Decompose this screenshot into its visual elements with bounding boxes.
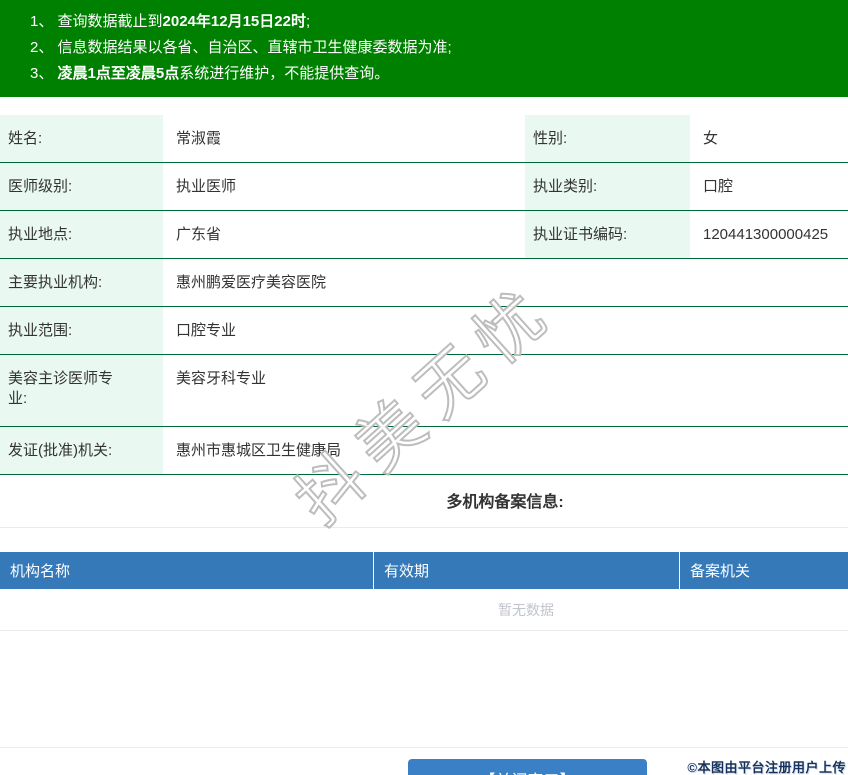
info-value: 执业医师 — [176, 178, 237, 195]
info-label: 执业范围: — [0, 307, 163, 354]
notice-banner: 1、 查询数据截止到2024年12月15日22时; 2、 信息数据结果以各省、自治… — [0, 0, 848, 97]
info-value: 惠州市惠城区卫生健康局 — [176, 442, 342, 459]
info-value: 美容牙科专业 — [176, 370, 267, 387]
info-label: 执业地点: — [0, 211, 163, 258]
info-label: 医师级别: — [0, 163, 163, 210]
info-row: 姓名: 常淑霞 性别: 女 — [0, 115, 848, 163]
notice-text: 2、 — [30, 39, 58, 56]
info-value: 口腔 — [703, 178, 734, 195]
info-label: 性别: — [525, 115, 690, 162]
header-col-filing-authority: 备案机关 — [679, 552, 848, 589]
notice-text: 信息数据结果以各省、自治区、直辖市卫生健康委数据为准; — [57, 39, 452, 56]
close-window-button[interactable]: 【关闭窗口】 — [408, 759, 647, 775]
notice-line: 3、 凌晨1点至凌晨5点系统进行维护，不能提供查询。 — [30, 61, 848, 87]
notice-list: 1、 查询数据截止到2024年12月15日22时; 2、 信息数据结果以各省、自治… — [30, 9, 848, 87]
filing-empty-state: 暂无数据 — [0, 589, 848, 631]
upload-credit-text: ©本图由平台注册用户上传 — [687, 760, 846, 775]
notice-text: 查询数据截止到 — [57, 13, 163, 30]
info-value: 惠州鹏爱医疗美容医院 — [176, 274, 327, 291]
notice-text: 1、 — [30, 13, 58, 30]
info-row: 发证(批准)机关: 惠州市惠城区卫生健康局 — [0, 427, 848, 475]
notice-bold-text: 2024年12月15日22时 — [162, 13, 306, 30]
notice-bold-text: 凌晨1点至凌晨5点 — [57, 65, 180, 82]
info-row: 美容主诊医师专业: 美容牙科专业 — [0, 355, 848, 427]
notice-text: 系统进行维护，不能提供查询。 — [179, 65, 390, 82]
info-value: 常淑霞 — [176, 130, 222, 147]
info-value: 120441300000425 — [703, 226, 829, 243]
notice-line: 1、 查询数据截止到2024年12月15日22时; — [30, 9, 848, 35]
info-label: 执业证书编码: — [525, 211, 690, 258]
notice-text: ; — [305, 13, 311, 30]
practitioner-info-table: 姓名: 常淑霞 性别: 女医师级别: 执业医师 执业类别: 口腔执业地点: 广东省 执业证书编码… — [0, 115, 848, 475]
filing-table-header: 机构名称 有效期 备案机关 — [0, 552, 848, 589]
info-value: 女 — [703, 130, 719, 147]
info-label: 主要执业机构: — [0, 259, 163, 306]
info-row: 执业地点: 广东省 执业证书编码: 120441300000425 — [0, 211, 848, 259]
info-label: 发证(批准)机关: — [0, 427, 163, 474]
notice-text: 3、 — [30, 65, 58, 82]
notice-line: 2、 信息数据结果以各省、自治区、直辖市卫生健康委数据为准; — [30, 35, 848, 61]
filing-section-title: 多机构备案信息: — [0, 475, 848, 528]
info-value: 口腔专业 — [176, 322, 237, 339]
info-row: 主要执业机构: 惠州鹏爱医疗美容医院 — [0, 259, 848, 307]
info-row: 执业范围: 口腔专业 — [0, 307, 848, 355]
info-label: 执业类别: — [525, 163, 690, 210]
info-row: 医师级别: 执业医师 执业类别: 口腔 — [0, 163, 848, 211]
info-value: 广东省 — [176, 226, 222, 243]
info-label: 姓名: — [0, 115, 163, 162]
footer-divider — [0, 747, 848, 748]
header-col-institution-name: 机构名称 — [10, 563, 71, 580]
info-label: 美容主诊医师专业: — [0, 355, 163, 426]
header-col-validity-period: 有效期 — [373, 552, 679, 589]
